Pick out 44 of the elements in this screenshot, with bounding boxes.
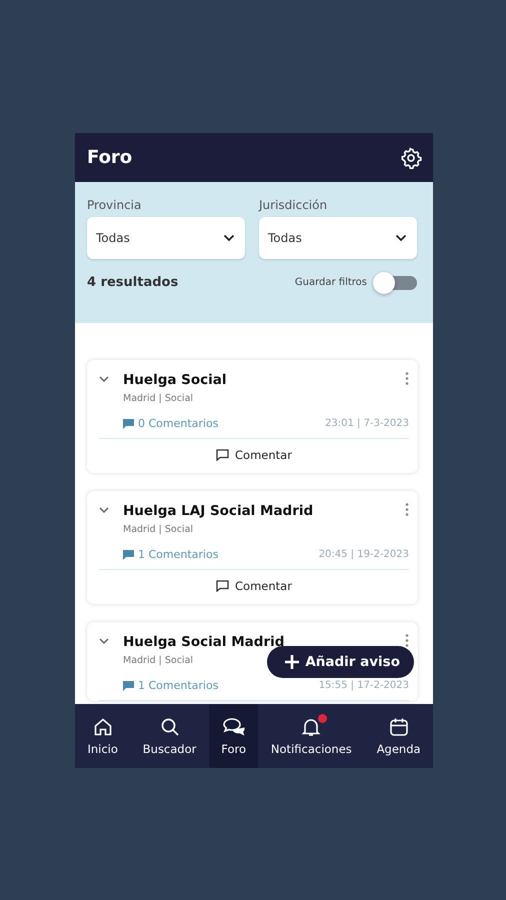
settings-icon[interactable] [400, 146, 422, 168]
chevron-down-icon[interactable] [99, 638, 109, 645]
post-time: 23:01 | 7-3-2023 [325, 418, 409, 429]
post-title[interactable]: Huelga LAJ Social Madrid [123, 503, 314, 519]
chevron-down-icon [395, 234, 407, 242]
nav-tab[interactable]: Agenda [364, 704, 433, 768]
filter-label: Provincia [87, 198, 142, 212]
results-count: 4 resultados [87, 275, 178, 290]
notification-dot [318, 714, 328, 722]
comment-icon [216, 449, 230, 461]
dropdown-field[interactable]: Todas [259, 217, 417, 259]
bell-icon [301, 716, 322, 736]
post-time: 20:45 | 19-2-2023 [318, 549, 409, 560]
comment-button[interactable]: Comentar [99, 570, 409, 604]
home-icon [92, 716, 113, 736]
nav-tab[interactable]: Foro [208, 704, 258, 768]
screen-title: Foro [87, 147, 132, 168]
nav-tab[interactable]: Notificaciones [258, 704, 364, 768]
post-title[interactable]: Huelga Social [123, 372, 227, 388]
comment-icon [123, 550, 134, 560]
comment-icon [123, 418, 134, 428]
more-icon[interactable] [405, 634, 409, 647]
add-notice-button[interactable]: Añadir aviso [267, 646, 414, 678]
comment-button[interactable]: Comentar [99, 439, 409, 473]
chevron-down-icon[interactable] [99, 376, 109, 383]
filter-label: Jurisdicción [259, 198, 328, 212]
chat-bubbles-icon [222, 716, 245, 736]
more-icon[interactable] [405, 372, 409, 385]
calendar-icon [388, 716, 409, 736]
more-icon[interactable] [405, 503, 409, 516]
post-meta: Madrid | Social [123, 524, 194, 535]
chevron-down-icon [223, 234, 235, 242]
search-icon [160, 716, 180, 736]
toggle-label: Guardar filtros [294, 277, 367, 288]
nav-tab[interactable]: Buscador [130, 704, 209, 768]
nav-tab[interactable]: Inicio [75, 704, 130, 768]
post-meta: Madrid | Social [123, 655, 194, 666]
dropdown-field[interactable]: Todas [87, 217, 245, 259]
plus-icon [285, 655, 300, 669]
post-time: 15:55 | 17-2-2023 [318, 680, 409, 691]
comment-icon [123, 680, 134, 690]
chevron-down-icon[interactable] [99, 507, 109, 514]
post-meta: Madrid | Social [123, 393, 194, 404]
comment-icon [216, 580, 230, 592]
